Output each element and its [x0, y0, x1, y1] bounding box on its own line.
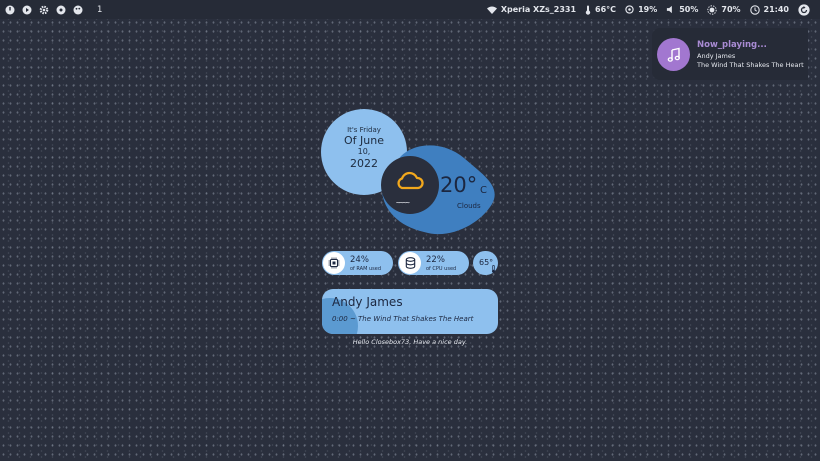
settings-icon[interactable] [38, 4, 49, 15]
top-bar-left: 1 [4, 4, 102, 15]
notification-song: The Wind That Shakes The Heart [697, 61, 804, 69]
disk-status[interactable]: 19% [625, 5, 657, 14]
chip-icon [323, 252, 345, 274]
brightness-status[interactable]: 70% [707, 4, 741, 15]
volume-status[interactable]: 50% [666, 5, 698, 14]
cpu-usage-pill: 22% of CPU used [398, 251, 469, 275]
top-bar: 1 Xperia XZs_2331 66°C 19% 50% 70% 21:40 [0, 0, 820, 19]
cpu-label: of CPU used [426, 266, 457, 272]
notification-title: Now_playing... [697, 40, 767, 50]
top-bar-right: Xperia XZs_2331 66°C 19% 50% 70% 21:40 [478, 3, 814, 16]
clock-time: 21:40 [763, 5, 789, 14]
ram-value: 24% [350, 255, 369, 265]
refresh-icon [798, 3, 810, 16]
greeting-text: Hello Closebox73, Have a nice day. [352, 338, 468, 346]
volume-icon [667, 5, 673, 14]
notification-artist: Andy James [697, 52, 736, 60]
wifi-status[interactable]: Xperia XZs_2331 [486, 5, 577, 14]
clock[interactable]: 21:40 [749, 4, 789, 15]
wifi-icon [486, 6, 497, 14]
disk-icon [625, 5, 634, 14]
clock-icon [749, 4, 760, 15]
music-artist: Andy James [332, 295, 403, 309]
now-playing-notification[interactable]: Now_playing... Andy James The Wind That … [652, 28, 808, 80]
palette-icon[interactable] [72, 4, 83, 15]
ram-label: of RAM used [350, 266, 382, 272]
temperature-pill: 65° [473, 251, 498, 275]
cpu-value: 22% [426, 255, 445, 265]
ram-usage-pill: 24% of RAM used [322, 251, 393, 275]
cloud-icon [397, 171, 424, 190]
brightness-level: 70% [721, 5, 741, 14]
cpu-temp-status[interactable]: 66°C [585, 5, 616, 15]
music-track-line: 0:00 ~ The Wind That Shakes The Heart [332, 315, 474, 323]
power-icon[interactable] [4, 4, 15, 15]
disk-usage: 19% [638, 5, 658, 14]
brightness-icon [707, 4, 718, 15]
gear-icon[interactable] [55, 4, 66, 15]
cpu-temp: 66°C [595, 5, 617, 14]
fog-icon: ~~~~ [396, 199, 410, 207]
music-note-icon [657, 38, 690, 71]
database-icon [399, 252, 421, 274]
date-day: It's Friday [347, 126, 381, 134]
weather-unit: C [480, 185, 487, 196]
weather-temperature: 20° [440, 173, 478, 197]
thermometer-icon [492, 265, 495, 273]
wifi-name: Xperia XZs_2331 [500, 5, 577, 14]
play-icon[interactable] [21, 4, 32, 15]
music-player-card[interactable]: Andy James 0:00 ~ The Wind That Shakes T… [322, 289, 498, 334]
weather-condition: Clouds [457, 202, 481, 210]
workspace-number[interactable]: 1 [97, 5, 102, 15]
thermometer-icon [585, 5, 591, 15]
refresh-button[interactable] [798, 3, 814, 16]
volume-level: 50% [679, 5, 699, 14]
